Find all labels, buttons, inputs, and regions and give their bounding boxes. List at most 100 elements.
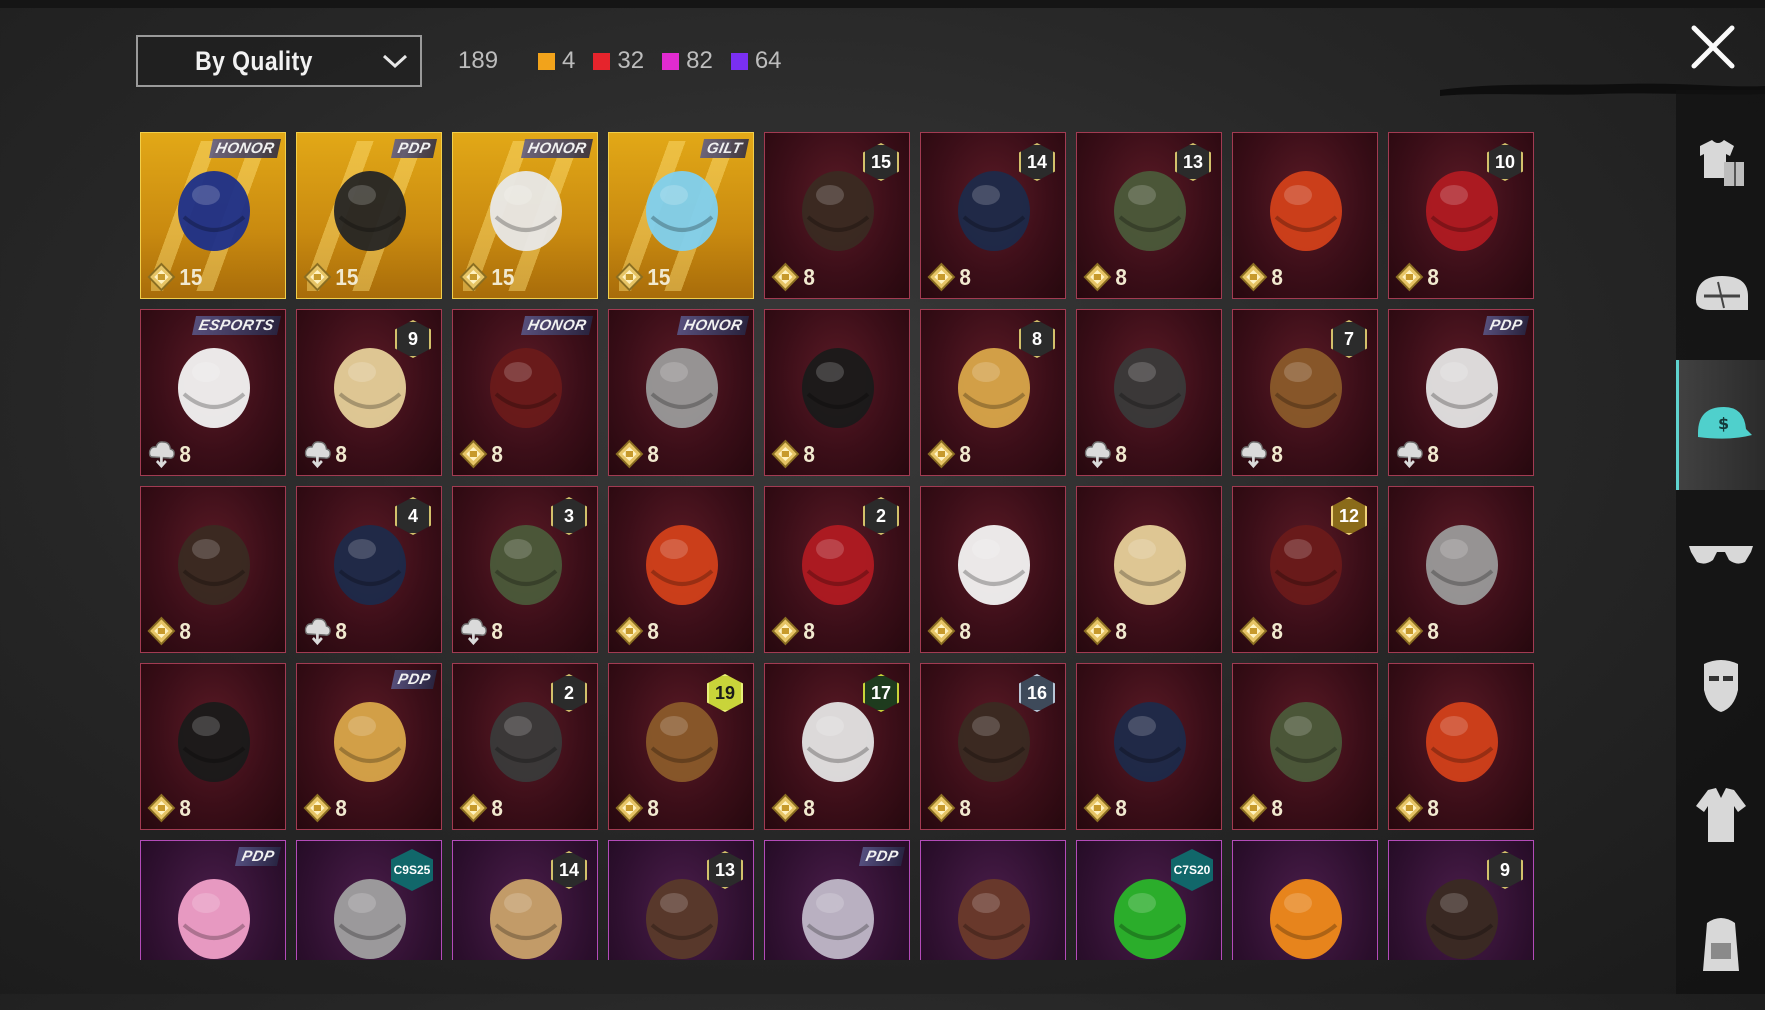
item-card-green-pigtails[interactable]: C7S20 xyxy=(1076,840,1222,960)
item-value: 15 xyxy=(147,262,202,292)
item-card-dark-curly-hair[interactable]: 10 8 xyxy=(1388,132,1534,299)
sidebar-tab-eyewear[interactable] xyxy=(1676,490,1765,620)
item-card-black-cube-head[interactable]: PDP 8 xyxy=(1388,309,1534,476)
item-card-winged-gold-mask[interactable]: 12 8 xyxy=(1232,486,1378,653)
item-card-red-hair[interactable]: HONOR 8 xyxy=(608,309,754,476)
premium-currency-icon xyxy=(615,616,644,646)
winged-crown-icon xyxy=(490,171,562,251)
item-value: 8 xyxy=(927,616,971,646)
item-value: 8 xyxy=(303,439,347,469)
quality-count-epic: 82 xyxy=(662,47,713,75)
sidebar-tab-outfit[interactable] xyxy=(1676,100,1765,230)
item-value-text: 8 xyxy=(1271,440,1283,467)
item-card-grey-long-hair[interactable]: 78 xyxy=(1232,309,1378,476)
premium-currency-icon xyxy=(147,616,176,646)
premium-currency-icon xyxy=(147,793,176,823)
item-grid-viewport[interactable]: HONOR 15 PDP 15 HONOR 15 GILT 15 15 8 14 8 13 8 8 10 8 ES… xyxy=(140,132,1540,960)
item-card-samurai-helmet[interactable]: 19 8 xyxy=(608,663,754,830)
chevron-down-icon xyxy=(370,37,420,85)
item-card-lace-bonnet[interactable]: PDP 8 xyxy=(296,663,442,830)
item-card-blonde-flower-hair[interactable]: 14 xyxy=(452,840,598,960)
item-card-green-spiked-helmet[interactable]: 8 xyxy=(608,486,754,653)
item-card-gold-white-helmet[interactable]: 8 xyxy=(1388,486,1534,653)
item-value-text: 8 xyxy=(1115,263,1127,290)
sidebar-tab-hat[interactable]: $ xyxy=(1676,360,1765,490)
item-value-text: 15 xyxy=(491,263,515,290)
backpack-icon xyxy=(1702,918,1739,971)
item-card-blonde-pink-hair[interactable]: 15 8 xyxy=(764,132,910,299)
green-spiked-helmet-icon xyxy=(646,525,718,605)
item-value-text: 15 xyxy=(335,263,359,290)
item-value-text: 8 xyxy=(647,440,659,467)
anubis-headdress-icon xyxy=(1114,525,1186,605)
sidebar-tab-top[interactable] xyxy=(1676,750,1765,880)
item-card-blue-veil[interactable]: GILT 15 xyxy=(608,132,754,299)
item-card-gold-mask-dreads[interactable]: 17 8 xyxy=(764,663,910,830)
item-value-text: 8 xyxy=(1115,440,1127,467)
item-card-pumpkin-head[interactable] xyxy=(1232,840,1378,960)
item-value: 8 xyxy=(1395,793,1439,823)
item-card-orange-hair[interactable]: HONOR 8 xyxy=(452,309,598,476)
item-card-pink-bow-headband[interactable]: PDP xyxy=(140,840,286,960)
sidebar-tab-backpack[interactable] xyxy=(1676,880,1765,1010)
sidebar-tab-helmet[interactable] xyxy=(1676,230,1765,360)
item-card-dark-armor-helmet[interactable]: 8 xyxy=(920,486,1066,653)
item-value-text: 8 xyxy=(1115,794,1127,821)
item-card-lilac-bob-wig[interactable]: 8 xyxy=(140,663,286,830)
item-card-cat-ear-headphones[interactable]: PDP 15 xyxy=(296,132,442,299)
item-card-white-hair-horns[interactable]: 8 xyxy=(1232,132,1378,299)
item-value: 15 xyxy=(615,262,670,292)
item-value: 8 xyxy=(459,616,503,646)
item-card-zombie-head[interactable]: 98 xyxy=(296,309,442,476)
item-value-text: 8 xyxy=(1427,794,1439,821)
item-card-anubis-headdress[interactable]: 8 xyxy=(1076,486,1222,653)
item-card-aviator-goggles-cap[interactable]: 13 xyxy=(608,840,754,960)
sidebar-tab-mask[interactable] xyxy=(1676,620,1765,750)
item-card-plague-crow-hat[interactable]: ESPORTS 8 xyxy=(140,309,286,476)
shard-currency-icon xyxy=(460,618,487,646)
premium-currency-icon xyxy=(1395,262,1424,292)
premium-currency-icon xyxy=(1395,793,1424,823)
sort-dropdown[interactable]: By Quality xyxy=(136,35,422,87)
item-card-ghost-sheet[interactable]: 8 xyxy=(1076,663,1222,830)
item-card-blonde-winged-hair[interactable]: 88 xyxy=(920,309,1066,476)
orange-hair-icon xyxy=(490,348,562,428)
item-card-white-cowboy-hat[interactable]: 8 xyxy=(764,309,910,476)
quality-swatch xyxy=(538,52,556,70)
item-card-wolf-mask[interactable]: 14 8 xyxy=(920,132,1066,299)
item-card-snowman-top-hat[interactable]: 48 xyxy=(296,486,442,653)
close-icon xyxy=(1691,25,1735,69)
item-card-orange-visor-helmet[interactable]: 8 xyxy=(1388,663,1534,830)
brand-tag: PDP xyxy=(858,847,906,866)
brown-horned-hair-icon xyxy=(958,879,1030,959)
item-card-demon-mask-hair[interactable]: 8 xyxy=(1076,309,1222,476)
item-card-purple-cyber-helmet[interactable]: 16 8 xyxy=(920,663,1066,830)
item-card-silver-long-hair[interactable]: PDP xyxy=(764,840,910,960)
item-card-winged-crown[interactable]: HONOR 15 xyxy=(452,132,598,299)
item-card-feathered-hat[interactable]: 13 8 xyxy=(1076,132,1222,299)
item-card-cyan-bucket-hat[interactable]: 28 xyxy=(764,486,910,653)
item-card-brown-horned-hair[interactable] xyxy=(920,840,1066,960)
item-card-grey-hair-bun[interactable]: C9S25 xyxy=(296,840,442,960)
brand-tag: ESPORTS xyxy=(192,316,282,335)
item-card-chandelier-headpiece[interactable]: HONOR 15 xyxy=(140,132,286,299)
item-card-blue-mecha-helmet[interactable]: 28 xyxy=(452,663,598,830)
brand-tag: PDP xyxy=(390,139,438,158)
ghost-sheet-icon xyxy=(1114,702,1186,782)
item-card-dark-wavy-hair[interactable]: 9 xyxy=(1388,840,1534,960)
quality-swatch xyxy=(730,52,748,70)
item-value: 8 xyxy=(927,262,971,292)
item-value: 8 xyxy=(1083,616,1127,646)
brand-tag: HONOR xyxy=(676,316,750,335)
item-card-red-helmet[interactable]: 8 xyxy=(140,486,286,653)
gold-white-helmet-icon xyxy=(1426,525,1498,605)
premium-currency-icon xyxy=(1395,616,1424,646)
premium-currency-icon xyxy=(147,262,176,292)
item-value-text: 8 xyxy=(803,263,815,290)
item-card-pirate-bicorne[interactable]: 8 xyxy=(1232,663,1378,830)
item-value-text: 8 xyxy=(491,794,503,821)
item-card-joker-green-hair[interactable]: 38 xyxy=(452,486,598,653)
close-button[interactable] xyxy=(1688,22,1738,72)
item-value-text: 8 xyxy=(647,617,659,644)
item-value: 8 xyxy=(147,793,191,823)
